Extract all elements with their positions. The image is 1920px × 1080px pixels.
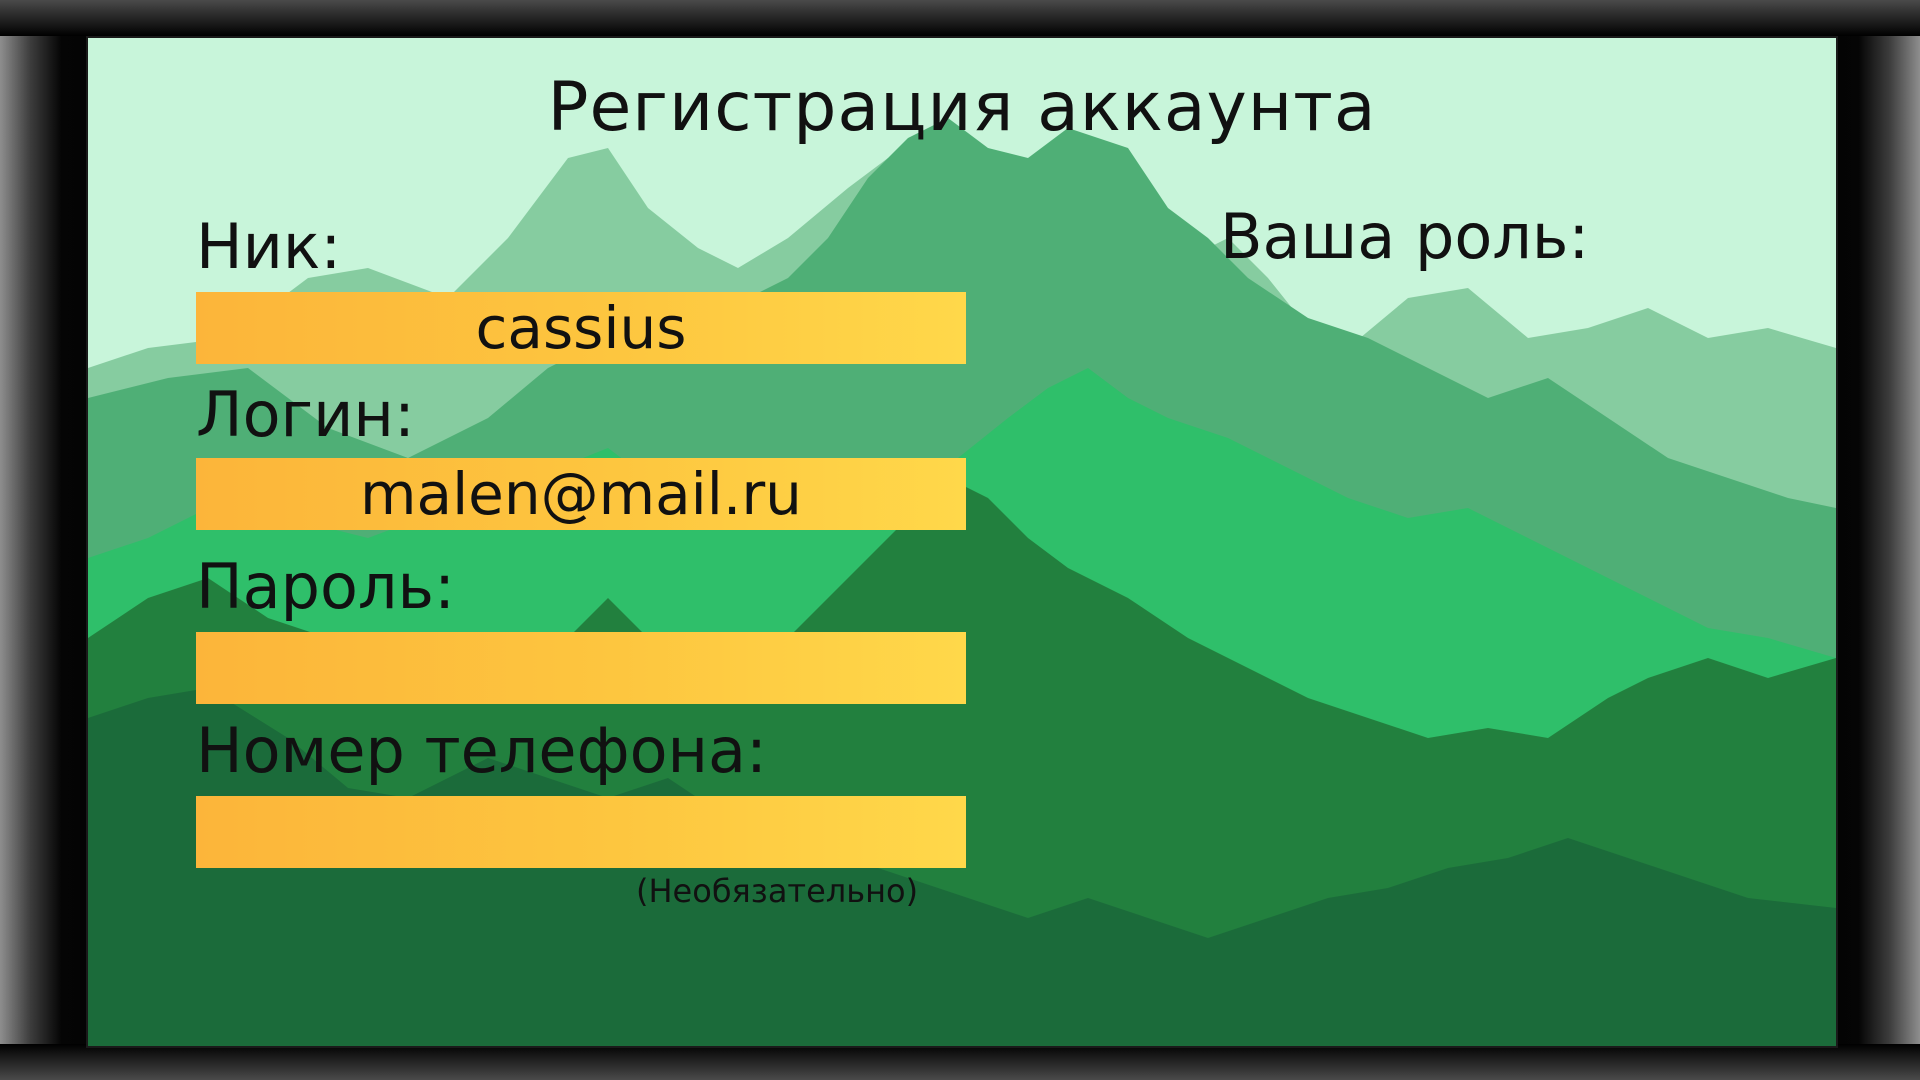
password-input[interactable] — [196, 632, 966, 704]
role-label: Ваша роль: — [1220, 200, 1590, 273]
phone-input[interactable] — [196, 796, 966, 868]
registration-screen: Регистрация аккаунта Ник: Логин: Пароль:… — [86, 36, 1838, 1048]
phone-optional-hint: (Необязательно) — [636, 872, 919, 910]
login-label: Логин: — [196, 378, 415, 451]
nick-input[interactable] — [196, 292, 966, 364]
password-label: Пароль: — [196, 550, 455, 623]
monitor-frame: Регистрация аккаунта Ник: Логин: Пароль:… — [0, 0, 1920, 1080]
page-title: Регистрация аккаунта — [547, 68, 1377, 147]
nick-label: Ник: — [196, 210, 342, 283]
login-input[interactable] — [196, 458, 966, 530]
phone-label: Номер телефона: — [196, 714, 767, 787]
bezel-top — [0, 0, 1920, 36]
bezel-bottom — [0, 1044, 1920, 1080]
mountain-background-image — [88, 118, 1836, 1046]
